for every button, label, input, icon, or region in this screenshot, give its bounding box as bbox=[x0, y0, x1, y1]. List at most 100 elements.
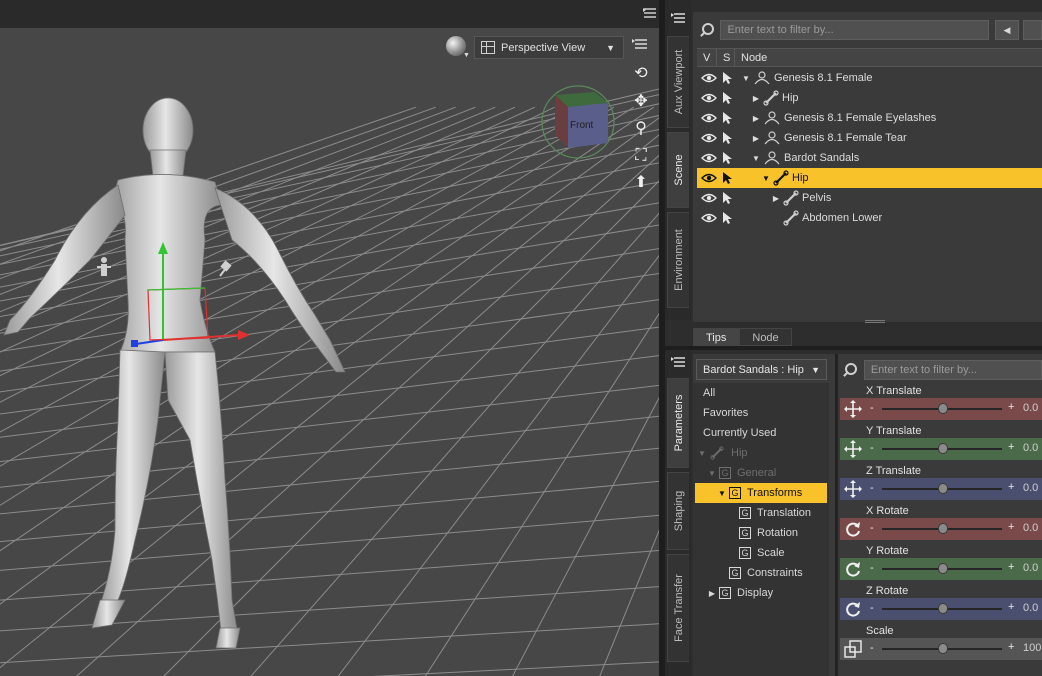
node-dropdown[interactable]: Bardot Sandals : Hip ▼ bbox=[696, 359, 827, 380]
parameter-slider[interactable]: Z Translate - +0.0 bbox=[840, 463, 1042, 503]
decrement-button[interactable]: - bbox=[870, 562, 874, 574]
increment-button[interactable]: + bbox=[1008, 641, 1014, 653]
property-group-item[interactable]: G Scale bbox=[695, 543, 827, 563]
increment-button[interactable]: + bbox=[1008, 601, 1014, 613]
scene-node-row[interactable]: ▶ Genesis 8.1 Female Eyelashes bbox=[697, 108, 1042, 128]
column-visible[interactable]: V bbox=[697, 49, 717, 66]
view-dropdown[interactable]: Perspective View ▼ bbox=[474, 36, 624, 59]
scene-filter-back-button[interactable]: ◀ bbox=[995, 20, 1019, 40]
visibility-eye-icon[interactable] bbox=[701, 193, 717, 203]
scene-node-row[interactable]: ▼ Hip bbox=[697, 168, 1042, 188]
parameter-value[interactable]: 0.0 bbox=[1023, 522, 1038, 534]
parameters-filter-input[interactable]: Enter text to filter by... bbox=[863, 360, 1042, 380]
visibility-eye-icon[interactable] bbox=[701, 133, 717, 143]
scene-node-row[interactable]: ▶ Pelvis bbox=[697, 188, 1042, 208]
expander-icon[interactable]: ▶ bbox=[771, 194, 781, 203]
parameter-slider[interactable]: X Translate - +0.0 bbox=[840, 383, 1042, 423]
expander-icon[interactable]: ▼ bbox=[707, 469, 717, 478]
slider-knob[interactable] bbox=[938, 603, 948, 614]
pan-icon[interactable]: ✥ bbox=[628, 90, 654, 114]
tab-tips[interactable]: Tips bbox=[693, 328, 740, 346]
decrement-button[interactable]: - bbox=[870, 482, 874, 494]
property-group-item[interactable]: Currently Used bbox=[695, 423, 827, 443]
parameters-pane-menu-icon[interactable] bbox=[671, 356, 685, 368]
property-group-item[interactable]: ▼ G Transforms bbox=[695, 483, 827, 503]
scene-node-row[interactable]: ▶ Hip bbox=[697, 88, 1042, 108]
property-group-item[interactable]: Favorites bbox=[695, 403, 827, 423]
slider-knob[interactable] bbox=[938, 563, 948, 574]
view-cube[interactable]: Front bbox=[541, 85, 615, 159]
tab-aux-viewport[interactable]: Aux Viewport bbox=[667, 36, 689, 128]
increment-button[interactable]: + bbox=[1008, 521, 1014, 533]
visibility-eye-icon[interactable] bbox=[701, 93, 717, 103]
slider-knob[interactable] bbox=[938, 643, 948, 654]
parameter-value[interactable]: 0.0 bbox=[1023, 402, 1038, 414]
decrement-button[interactable]: - bbox=[870, 402, 874, 414]
parameter-slider[interactable]: Z Rotate - +0.0 bbox=[840, 583, 1042, 623]
scene-filter-input[interactable]: Enter text to filter by... bbox=[720, 20, 990, 40]
frame-icon[interactable]: ⛶ bbox=[628, 144, 654, 168]
parameter-slider[interactable]: X Rotate - +0.0 bbox=[840, 503, 1042, 543]
property-group-item[interactable]: G Rotation bbox=[695, 523, 827, 543]
scene-pane-menu-icon[interactable] bbox=[671, 12, 685, 24]
slider-knob[interactable] bbox=[938, 483, 948, 494]
dock-splitter[interactable] bbox=[665, 346, 1042, 350]
column-node[interactable]: Node bbox=[735, 49, 1042, 66]
increment-button[interactable]: + bbox=[1008, 561, 1014, 573]
decrement-button[interactable]: - bbox=[870, 442, 874, 454]
visibility-eye-icon[interactable] bbox=[701, 153, 717, 163]
selectable-cursor-icon[interactable] bbox=[721, 211, 735, 225]
expander-icon[interactable]: ▼ bbox=[741, 74, 751, 83]
scene-resize-handle[interactable] bbox=[865, 320, 885, 323]
expander-icon[interactable]: ▼ bbox=[761, 174, 771, 183]
parameter-slider[interactable]: Scale - +100. bbox=[840, 623, 1042, 663]
home-icon[interactable]: ⬆ bbox=[628, 171, 654, 195]
visibility-eye-icon[interactable] bbox=[701, 213, 717, 223]
pane-menu-icon[interactable] bbox=[642, 6, 658, 22]
tab-parameters[interactable]: Parameters bbox=[667, 378, 689, 468]
scene-canvas[interactable]: Front bbox=[0, 0, 659, 676]
selectable-cursor-icon[interactable] bbox=[721, 91, 735, 105]
slider-knob[interactable] bbox=[938, 523, 948, 534]
expander-icon[interactable]: ▼ bbox=[717, 489, 727, 498]
tab-node[interactable]: Node bbox=[739, 328, 792, 346]
scene-node-row[interactable]: Abdomen Lower bbox=[697, 208, 1042, 228]
slider-knob[interactable] bbox=[938, 443, 948, 454]
visibility-eye-icon[interactable] bbox=[701, 73, 717, 83]
expander-icon[interactable]: ▶ bbox=[751, 94, 761, 103]
scene-node-row[interactable]: ▼ Genesis 8.1 Female bbox=[697, 68, 1042, 88]
draw-style-caret-icon[interactable]: ▼ bbox=[463, 52, 470, 59]
viewport-menu-icon[interactable] bbox=[632, 38, 648, 52]
selectable-cursor-icon[interactable] bbox=[721, 111, 735, 125]
scene-node-row[interactable]: ▼ Bardot Sandals bbox=[697, 148, 1042, 168]
selectable-cursor-icon[interactable] bbox=[721, 151, 735, 165]
visibility-eye-icon[interactable] bbox=[701, 113, 717, 123]
selectable-cursor-icon[interactable] bbox=[721, 171, 735, 185]
selectable-cursor-icon[interactable] bbox=[721, 191, 735, 205]
property-group-item[interactable]: ▼ G General bbox=[695, 463, 827, 483]
zoom-icon[interactable]: ⚲ bbox=[628, 117, 654, 141]
parameter-value[interactable]: 0.0 bbox=[1023, 442, 1038, 454]
parameter-value[interactable]: 0.0 bbox=[1023, 562, 1038, 574]
selectable-cursor-icon[interactable] bbox=[721, 131, 735, 145]
tab-shaping[interactable]: Shaping bbox=[667, 472, 689, 550]
tab-environment[interactable]: Environment bbox=[667, 212, 689, 308]
property-group-item[interactable]: G Constraints bbox=[695, 563, 827, 583]
expander-icon[interactable]: ▶ bbox=[751, 114, 761, 123]
scene-filter-extra-button[interactable] bbox=[1022, 20, 1042, 40]
increment-button[interactable]: + bbox=[1008, 401, 1014, 413]
decrement-button[interactable]: - bbox=[870, 642, 874, 654]
viewport[interactable]: Front ▼ Perspective View ▼ ⟲ ✥ ⚲ ⛶ ⬆ bbox=[0, 0, 659, 676]
increment-button[interactable]: + bbox=[1008, 441, 1014, 453]
scene-node-row[interactable]: ▶ Genesis 8.1 Female Tear bbox=[697, 128, 1042, 148]
visibility-eye-icon[interactable] bbox=[701, 173, 717, 183]
property-group-item[interactable]: ▶ G Display bbox=[695, 583, 827, 603]
tab-face-transfer[interactable]: Face Transfer bbox=[667, 554, 689, 662]
property-group-item[interactable]: All bbox=[695, 383, 827, 403]
expander-icon[interactable]: ▶ bbox=[751, 134, 761, 143]
parameters-splitter[interactable] bbox=[835, 354, 838, 676]
orbit-icon[interactable]: ⟲ bbox=[628, 62, 654, 86]
parameter-value[interactable]: 0.0 bbox=[1023, 602, 1038, 614]
property-group-item[interactable]: ▼ Hip bbox=[695, 443, 827, 463]
expander-icon[interactable]: ▼ bbox=[697, 449, 707, 458]
